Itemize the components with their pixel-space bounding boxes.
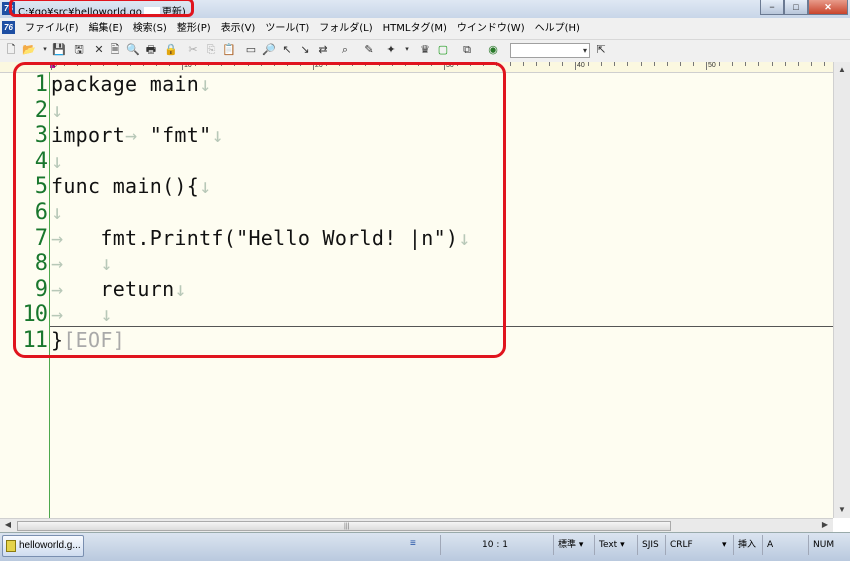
ruler-tick — [771, 62, 773, 66]
menu-item[interactable]: フォルダ(L) — [314, 18, 377, 39]
window-icon[interactable]: ▭ — [244, 43, 258, 57]
highlight-icon[interactable]: ✎ — [362, 43, 376, 57]
find-next-icon[interactable]: ↘ — [298, 43, 312, 57]
eol-label: CRLF — [670, 540, 693, 550]
scroll-left-icon[interactable]: ◀ — [0, 517, 16, 533]
save-icon[interactable]: 💾 — [52, 43, 66, 57]
crown-icon[interactable]: ♛ — [418, 43, 432, 57]
ruler-tick — [627, 62, 629, 66]
menu-item[interactable]: 表示(V) — [216, 18, 261, 39]
scroll-right-icon[interactable]: ▶ — [817, 517, 833, 533]
print-preview-icon[interactable]: 🔍 — [126, 43, 140, 57]
menu-item[interactable]: 整形(P) — [172, 18, 216, 39]
line-spacing-icon[interactable]: ≡ — [410, 539, 424, 549]
ruler-tick — [745, 62, 747, 66]
menu-list: ファイル(F) 編集(E) 検索(S) 整形(P) 表示(V) ツール(T) フォルダ(L)… — [20, 18, 585, 39]
close-file-icon[interactable]: ✕ — [92, 43, 106, 57]
replace-icon[interactable]: ⇄ — [316, 43, 330, 57]
menu-bar: 76 ファイル(F) 編集(E) 検索(S) 整形(P) 表示(V) ツール(T) フォルダ… — [0, 18, 850, 40]
preview-icon[interactable]: 🗎 — [108, 43, 122, 57]
tag-icon[interactable]: ✦ — [384, 43, 398, 57]
ruler-tick — [797, 62, 799, 66]
ruler-tick — [561, 62, 563, 66]
ruler-tick — [758, 62, 760, 66]
eol-chevron-down-icon: ▾ — [722, 540, 727, 550]
menu-item[interactable]: 検索(S) — [128, 18, 172, 39]
ruler-tick — [719, 62, 721, 66]
new-file-icon[interactable]: 🗋 — [4, 43, 18, 57]
cursor-position: 10 : 1 — [440, 535, 545, 555]
menu-item[interactable]: 編集(E) — [84, 18, 128, 39]
ruler-tick — [640, 62, 642, 66]
title-highlight-outline — [9, 0, 194, 17]
eol-select[interactable]: CRLF ▾ — [665, 535, 736, 555]
menu-item[interactable]: ウインドウ(W) — [452, 18, 530, 39]
menu-item[interactable]: ツール(T) — [260, 18, 314, 39]
ruler-tick — [784, 62, 786, 66]
dual-window-icon[interactable]: ⧉ — [460, 43, 474, 57]
taskbar-file-label: helloworld.g... — [19, 540, 81, 551]
cut-icon[interactable]: ✂ — [186, 43, 200, 57]
ruler-tick — [810, 62, 812, 66]
taskbar-empty-slot — [88, 535, 238, 557]
ruler-tick — [653, 62, 655, 66]
ruler-tick — [692, 62, 694, 66]
scroll-up-icon[interactable]: ▲ — [834, 62, 850, 78]
ruler-tick — [522, 62, 524, 66]
ruler-number: 50 — [708, 62, 716, 69]
horizontal-scrollbar[interactable]: ◀ ||| ▶ — [0, 518, 833, 532]
ruler-tick — [548, 62, 550, 66]
caps-indicator: A — [762, 535, 807, 555]
lock-icon[interactable]: 🔒 — [164, 43, 178, 57]
vertical-scrollbar[interactable]: ▲ ▼ — [833, 62, 850, 518]
ruler-tick — [679, 62, 681, 66]
paste-icon[interactable]: 📋 — [222, 43, 236, 57]
pointer-icon[interactable]: ⇱ — [594, 43, 608, 57]
browser-icon[interactable]: ◉ — [486, 43, 500, 57]
open-folder-icon[interactable]: 📂 — [22, 43, 36, 57]
num-lock-indicator: NUM — [808, 535, 850, 555]
tag-dropdown-icon[interactable]: ▾ — [400, 43, 414, 57]
scroll-grip: ||| — [344, 523, 350, 530]
ruler-tick — [509, 62, 511, 66]
file-icon — [6, 540, 16, 552]
grep-icon[interactable]: ⌕ — [338, 43, 352, 57]
ruler-tick — [588, 62, 590, 66]
mode-select[interactable]: 標準 ▾ — [553, 535, 595, 555]
ruler-tick — [535, 62, 537, 66]
ruler-tick — [823, 62, 825, 66]
find-prev-icon[interactable]: ↖ — [280, 43, 294, 57]
ruler-tick — [575, 62, 576, 70]
menu-item[interactable]: ファイル(F) — [20, 18, 84, 39]
ruler-tick — [601, 62, 603, 66]
window-controls: − □ ✕ — [760, 0, 848, 16]
taskbar-file-button[interactable]: helloworld.g... — [2, 535, 84, 557]
ruler-number: 40 — [577, 62, 585, 69]
ruler-tick — [732, 62, 734, 66]
find-icon[interactable]: 🔎 — [262, 43, 276, 57]
file-type-select[interactable]: Text ▾ — [594, 535, 635, 555]
chevron-down-icon: ▾ — [582, 46, 587, 55]
ruler-tick — [614, 62, 616, 66]
ruler-tick — [666, 62, 668, 66]
horizontal-scroll-thumb[interactable]: ||| — [17, 521, 671, 531]
menu-item[interactable]: ヘルプ(H) — [530, 18, 585, 39]
toolbar-combo-box[interactable]: ▾ — [510, 43, 590, 58]
open-dropdown-icon[interactable]: ▾ — [38, 43, 52, 57]
maximize-button[interactable]: □ — [784, 0, 808, 15]
minimize-button[interactable]: − — [760, 0, 784, 15]
code-highlight-outline — [13, 62, 506, 358]
ruler-tick — [706, 62, 707, 70]
status-bar: helloworld.g... ≡ 10 : 1 標準 ▾ Text ▾ SJI… — [0, 532, 850, 561]
print-icon[interactable]: 🖶 — [144, 43, 158, 57]
document-icon[interactable]: 76 — [2, 21, 15, 34]
save-as-icon[interactable]: 🖫 — [72, 43, 86, 57]
menu-item[interactable]: HTMLタグ(M) — [378, 18, 452, 39]
copy-icon[interactable]: ⎘ — [204, 43, 218, 57]
scroll-down-icon[interactable]: ▼ — [834, 502, 850, 518]
close-button[interactable]: ✕ — [808, 0, 848, 15]
title-bar: 76 C:¥go¥src¥helloworld.go 更新) − □ ✕ — [0, 0, 850, 18]
toolbar: 🗋 📂 ▾ 💾 🖫 ✕ 🗎 🔍 🖶 🔒 ✂ ⎘ 📋 ▭ 🔎 ↖ ↘ ⇄ ⌕ ✎ … — [0, 40, 850, 62]
green-square-icon[interactable]: ▢ — [436, 43, 450, 57]
